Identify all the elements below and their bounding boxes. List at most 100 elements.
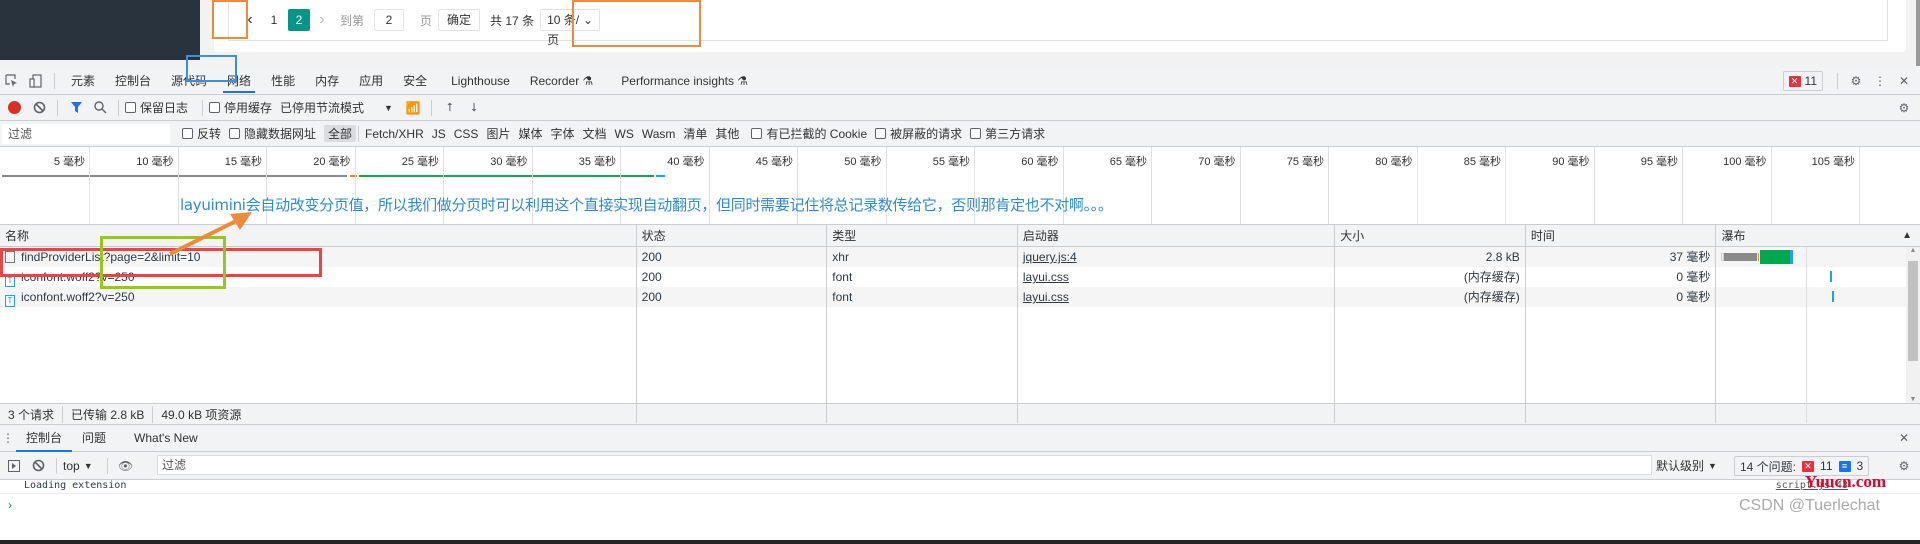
checkbox-box[interactable]: [125, 102, 136, 113]
request-initiator-link[interactable]: layui.css: [1023, 270, 1069, 284]
current-page[interactable]: 2: [288, 9, 310, 31]
context-select[interactable]: top ▼: [63, 459, 93, 473]
filter-type-all[interactable]: 全部: [324, 125, 357, 142]
waterfall-cache-bar: [1832, 291, 1835, 302]
clear-icon[interactable]: [27, 96, 51, 120]
filter-type-manifest[interactable]: 清单: [679, 125, 711, 142]
record-icon[interactable]: [8, 101, 21, 114]
log-level-select[interactable]: 默认级别 ▼: [1656, 457, 1717, 474]
filter-type-doc[interactable]: 文档: [578, 125, 610, 142]
goto-page-input[interactable]: 2: [374, 9, 405, 31]
site-watermark: Yuucn.com: [1804, 472, 1886, 491]
timeline-tick-label: 10 毫秒: [136, 156, 174, 168]
tab-network[interactable]: 网络: [217, 67, 261, 95]
column-type[interactable]: 类型: [827, 225, 1018, 246]
clear-console-icon[interactable]: [26, 454, 50, 478]
blocked-requests-checkbox[interactable]: 被屏蔽的请求: [875, 125, 962, 142]
network-conditions-icon[interactable]: 📶: [401, 96, 425, 120]
tab-elements[interactable]: 元素: [61, 67, 105, 95]
tab-lighthouse[interactable]: Lighthouse: [441, 67, 520, 95]
page-1-button[interactable]: 1: [260, 13, 288, 27]
checkbox-box[interactable]: [751, 128, 763, 139]
filter-funnel-icon[interactable]: [64, 96, 88, 120]
confirm-button[interactable]: 确定: [438, 9, 481, 31]
waterfall-gridline: [1806, 287, 1808, 307]
close-devtools-icon[interactable]: ✕: [1892, 69, 1916, 93]
tab-security[interactable]: 安全: [393, 67, 437, 95]
search-icon[interactable]: [88, 96, 112, 120]
table-empty-area: [0, 307, 1920, 423]
page-size-select[interactable]: 10 条/页 ⌄: [540, 9, 601, 47]
scroll-up-icon[interactable]: ▲: [1906, 247, 1920, 254]
network-request-table: 名称 状态 类型 启动器 大小 时间 瀑布 ▲ findProviderList?…: [0, 225, 1920, 423]
live-expression-eye-icon[interactable]: 👁: [114, 454, 138, 478]
page-scrollbar[interactable]: [1916, 0, 1920, 66]
sidebar-toggle-icon[interactable]: [2, 454, 26, 478]
console-prompt-icon[interactable]: ›: [0, 498, 1920, 512]
drawer-tab-console[interactable]: 控制台: [16, 424, 73, 452]
tab-application[interactable]: 应用: [349, 67, 393, 95]
tab-performance[interactable]: 性能: [261, 67, 305, 95]
separator: [118, 99, 119, 116]
drawer-tab-issues[interactable]: 问题: [72, 424, 116, 452]
invert-checkbox[interactable]: 反转: [182, 125, 221, 142]
hide-data-urls-checkbox[interactable]: 隐藏数据网址: [229, 125, 316, 142]
column-size[interactable]: 大小: [1335, 225, 1526, 246]
table-scrollbar[interactable]: ▲ ▼: [1906, 247, 1920, 403]
inspect-element-icon[interactable]: [0, 69, 24, 93]
tab-recorder[interactable]: Recorder ⚗: [520, 67, 603, 95]
checkbox-box[interactable]: [209, 102, 221, 113]
filter-type-fetch-xhr[interactable]: Fetch/XHR: [361, 127, 428, 141]
request-initiator-link[interactable]: layui.css: [1023, 290, 1069, 304]
device-toolbar-icon[interactable]: [24, 69, 48, 93]
prev-page-button[interactable]: ‹: [240, 11, 260, 29]
third-party-checkbox[interactable]: 第三方请求: [970, 125, 1045, 142]
filter-type-media[interactable]: 媒体: [514, 125, 546, 142]
checkbox-box[interactable]: [182, 128, 193, 139]
close-drawer-icon[interactable]: ✕: [1892, 426, 1916, 450]
console-filter-input[interactable]: 过滤: [157, 455, 1652, 475]
import-har-icon[interactable]: ⭡: [438, 96, 462, 120]
throttling-select[interactable]: 已停用节流模式 ▼: [280, 99, 393, 116]
scroll-down-icon[interactable]: ▼: [1906, 396, 1920, 403]
disable-cache-checkbox[interactable]: 停用缓存: [209, 99, 272, 116]
drawer-tab-whats-new[interactable]: What's New: [124, 424, 208, 452]
table-row[interactable]: findProviderList?page=2&limit=10 200 xhr…: [0, 247, 1920, 267]
column-name[interactable]: 名称: [0, 225, 637, 246]
filter-input[interactable]: 过滤: [2, 123, 170, 144]
settings-gear-icon[interactable]: ⚙: [1844, 69, 1868, 93]
network-settings-gear-icon[interactable]: ⚙: [1892, 96, 1916, 120]
filter-type-img[interactable]: 图片: [482, 125, 514, 142]
filter-type-js[interactable]: JS: [428, 127, 450, 141]
filter-type-other[interactable]: 其他: [711, 125, 743, 142]
error-badge[interactable]: ✕ 11: [1782, 71, 1823, 91]
export-har-icon[interactable]: ⭣: [462, 96, 486, 120]
timeline-tick-label: 60 毫秒: [1021, 156, 1059, 168]
tab-sources[interactable]: 源代码: [161, 67, 217, 95]
column-initiator[interactable]: 启动器: [1018, 225, 1336, 246]
checkbox-box[interactable]: [229, 128, 241, 139]
column-waterfall[interactable]: 瀑布 ▲: [1716, 225, 1920, 246]
next-page-button[interactable]: ›: [310, 11, 334, 29]
scrollbar-thumb[interactable]: [1908, 261, 1918, 361]
filter-type-css[interactable]: CSS: [450, 127, 483, 141]
filter-type-wasm[interactable]: Wasm: [638, 127, 680, 141]
column-status[interactable]: 状态: [637, 225, 828, 246]
column-time[interactable]: 时间: [1526, 225, 1717, 246]
blocked-cookies-checkbox[interactable]: 有已拦截的 Cookie: [751, 125, 867, 142]
timeline-tick-label: 20 毫秒: [313, 156, 351, 168]
more-options-icon[interactable]: ⋮: [1868, 69, 1892, 93]
tab-memory[interactable]: 内存: [305, 67, 349, 95]
filter-type-font[interactable]: 字体: [546, 125, 578, 142]
preserve-log-checkbox[interactable]: 保留日志: [125, 99, 188, 116]
checkbox-box[interactable]: [875, 128, 887, 139]
table-row[interactable]: Ticonfont.woff2?v=250 200 font layui.css…: [0, 287, 1920, 307]
tab-performance-insights[interactable]: Performance insights ⚗: [611, 67, 758, 95]
filter-type-ws[interactable]: WS: [611, 127, 638, 141]
console-settings-gear-icon[interactable]: ⚙: [1892, 454, 1916, 478]
table-row[interactable]: Ticonfont.woff2?v=250 200 font layui.css…: [0, 267, 1920, 287]
drawer-menu-icon[interactable]: ⋮: [0, 426, 16, 450]
request-initiator-link[interactable]: jquery.js:4: [1023, 250, 1077, 264]
checkbox-box[interactable]: [970, 128, 982, 139]
tab-console[interactable]: 控制台: [105, 67, 161, 95]
